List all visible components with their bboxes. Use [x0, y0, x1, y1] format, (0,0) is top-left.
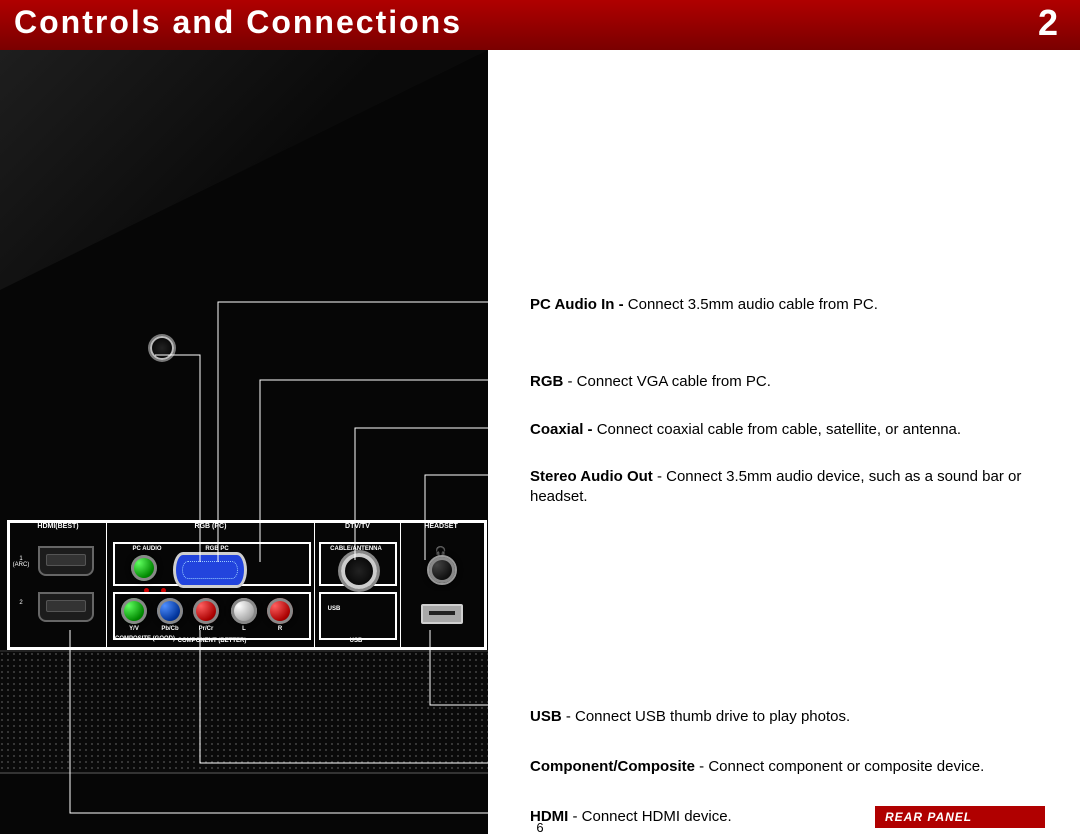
- panel-column-headers: HDMI(BEST) RGB (PC) DTV/TV HEADSET: [10, 523, 484, 538]
- usb-small-label: USB: [319, 606, 349, 612]
- component-label: COMPONENT (BETTER): [152, 638, 272, 644]
- dtv-column: CABLE/ANTENNA USB USB: [315, 538, 401, 647]
- audio-l-jack-icon: [231, 598, 257, 624]
- rear-panel-diagram: HDMI(BEST) RGB (PC) DTV/TV HEADSET 1 (AR…: [7, 520, 487, 650]
- hdmi1-label: 1 (ARC): [12, 556, 30, 568]
- usb-big-label: USB: [319, 638, 393, 644]
- coax-port-icon: [341, 553, 377, 589]
- panel-body: 1 (ARC) 2 PC AUDIO RGB PC: [10, 538, 484, 647]
- hdmi-column: 1 (ARC) 2: [10, 538, 107, 647]
- tv-gloss: [0, 50, 488, 350]
- desc-label: Coaxial -: [530, 421, 597, 438]
- hdmi-port-1-icon: [38, 546, 94, 576]
- l-label: L: [231, 626, 257, 632]
- component-pb-jack-icon: [157, 598, 183, 624]
- col-dtv-label: DTV/TV: [315, 523, 401, 538]
- cable-label: CABLE/ANTENNA: [319, 546, 393, 552]
- desc-usb: USB - Connect USB thumb drive to play ph…: [530, 707, 1060, 727]
- headset-jack-icon: [427, 555, 457, 585]
- pcaudio-label: PC AUDIO: [127, 546, 167, 552]
- desc-stereo-out: Stereo Audio Out - Connect 3.5mm audio d…: [530, 467, 1060, 506]
- page-number: 6: [0, 820, 1080, 835]
- page-body: HDMI(BEST) RGB (PC) DTV/TV HEADSET 1 (AR…: [0, 50, 1080, 834]
- page-title: Controls and Connections: [14, 4, 462, 41]
- desc-component: Component/Composite - Connect component …: [530, 757, 1060, 777]
- desc-text: - Connect component or composite device.: [695, 758, 984, 775]
- audio-r-jack-icon: [267, 598, 293, 624]
- pbcb-label: Pb/Cb: [157, 626, 183, 632]
- yv-label: Y/V: [121, 626, 147, 632]
- desc-text: Connect 3.5mm audio cable from PC.: [628, 296, 878, 313]
- component-y-jack-icon: [121, 598, 147, 624]
- speaker-grill: [0, 650, 488, 774]
- usb-frame: [319, 592, 397, 640]
- desc-label: Stereo Audio Out: [530, 468, 653, 485]
- desc-label: USB: [530, 708, 562, 725]
- rgb-component-column: PC AUDIO RGB PC Y/V Pb/Cb Pr/Cr L R: [107, 538, 315, 647]
- desc-text: Connect coaxial cable from cable, satell…: [597, 421, 961, 438]
- desc-label: RGB: [530, 373, 563, 390]
- usb-port-icon: [421, 604, 463, 624]
- component-pr-jack-icon: [193, 598, 219, 624]
- col-headset-label: HEADSET: [401, 523, 481, 538]
- desc-label: PC Audio In -: [530, 296, 628, 313]
- prcr-label: Pr/Cr: [193, 626, 219, 632]
- lone-audio-jack-icon: [150, 336, 174, 360]
- vga-port-icon: [173, 552, 247, 588]
- desc-text: - Connect VGA cable from PC.: [563, 373, 771, 390]
- col-rgb-label: RGB (PC): [107, 523, 315, 538]
- tv-body: [0, 50, 488, 834]
- headset-column: 🎧: [401, 538, 481, 647]
- desc-label: Component/Composite: [530, 758, 695, 775]
- chapter-number: 2: [1038, 2, 1058, 44]
- col-hdmi-label: HDMI(BEST): [10, 523, 107, 538]
- pc-audio-jack-icon: [131, 555, 157, 581]
- hdmi2-label: 2: [12, 600, 30, 606]
- desc-pc-audio-in: PC Audio In - Connect 3.5mm audio cable …: [530, 295, 1060, 315]
- page-header: Controls and Connections 2: [0, 0, 1080, 50]
- desc-text: - Connect USB thumb drive to play photos…: [562, 708, 850, 725]
- hdmi-port-2-icon: [38, 592, 94, 622]
- r-label: R: [267, 626, 293, 632]
- desc-coaxial: Coaxial - Connect coaxial cable from cab…: [530, 420, 1060, 440]
- desc-rgb: RGB - Connect VGA cable from PC.: [530, 372, 1060, 392]
